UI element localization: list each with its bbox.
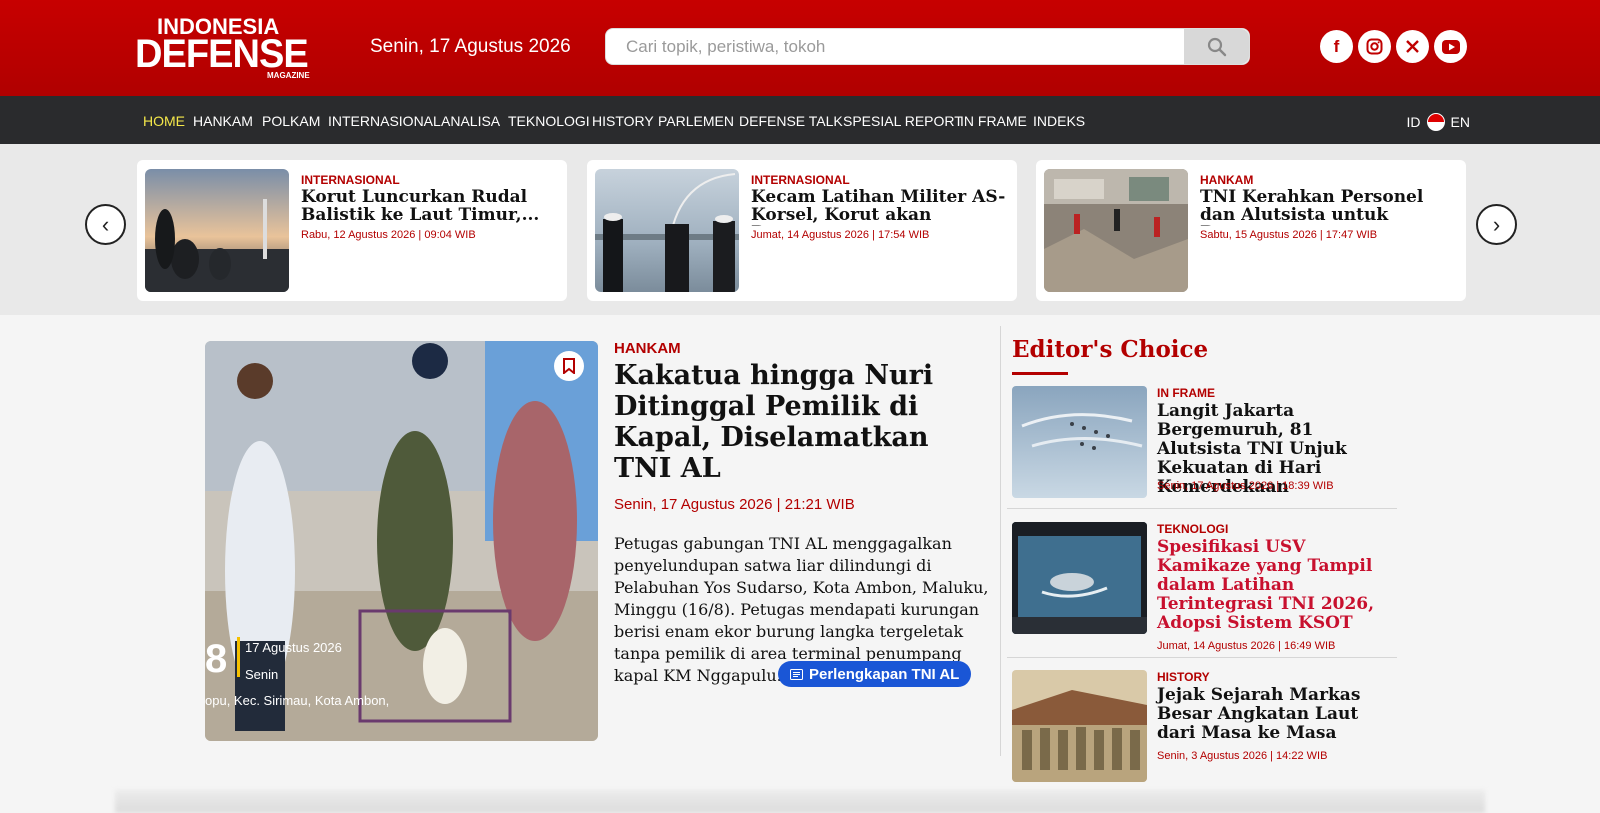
search-icon bbox=[1207, 37, 1226, 56]
x-icon[interactable] bbox=[1396, 30, 1429, 63]
item-date: Senin, 3 Agustus 2026 | 14:22 WIB bbox=[1157, 750, 1328, 762]
youtube-icon[interactable] bbox=[1434, 30, 1467, 63]
card-category: INTERNASIONAL bbox=[301, 173, 400, 187]
header-date: Senin, 17 Agustus 2026 bbox=[370, 36, 571, 57]
search-bar bbox=[605, 28, 1250, 65]
overlay-day: Senin bbox=[245, 667, 279, 682]
search-input[interactable] bbox=[606, 29, 1184, 64]
nav-item-internasional[interactable]: INTERNASIONAL bbox=[328, 113, 441, 129]
carousel-card[interactable]: INTERNASIONAL Korut Luncurkan Rudal Bali… bbox=[137, 160, 567, 301]
carousel-card[interactable]: HANKAM TNI Kerahkan Personel dan Alutsis… bbox=[1036, 160, 1466, 301]
overlay-location: opu, Kec. Sirimau, Kota Ambon, bbox=[205, 693, 390, 708]
item-title[interactable]: Spesifikasi USV Kamikaze yang Tampil dal… bbox=[1157, 538, 1397, 633]
hero-title[interactable]: Kakatua hingga Nuri Ditinggal Pemilik di… bbox=[614, 360, 992, 484]
footer-shadow bbox=[115, 790, 1485, 813]
card-thumbnail bbox=[595, 169, 739, 292]
lang-en[interactable]: EN bbox=[1451, 114, 1470, 130]
editors-choice-heading: Editor's Choice bbox=[1012, 336, 1209, 363]
nav-item-polkam[interactable]: POLKAM bbox=[262, 113, 320, 129]
chevron-right-icon: › bbox=[1492, 211, 1501, 237]
hero-image[interactable]: 8 17 Agustus 2026 Senin opu, Kec. Sirima… bbox=[205, 341, 598, 741]
carousel-prev-button[interactable]: ‹ bbox=[85, 204, 126, 245]
item-date: Jumat, 14 Agustus 2026 | 16:49 WIB bbox=[1157, 640, 1336, 652]
overlay-date: 17 Agustus 2026 bbox=[245, 640, 342, 655]
item-thumbnail bbox=[1012, 522, 1147, 634]
instagram-icon[interactable] bbox=[1358, 30, 1391, 63]
hero-date: Senin, 17 Agustus 2026 | 21:21 WIB bbox=[614, 496, 855, 513]
nav-item-analisa[interactable]: ANALISA bbox=[441, 113, 500, 129]
tag-label: Perlengkapan TNI AL bbox=[809, 665, 960, 683]
hero-category[interactable]: HANKAM bbox=[614, 340, 681, 357]
item-title[interactable]: Jejak Sejarah Markas Besar Angkatan Laut… bbox=[1157, 686, 1397, 743]
card-date: Rabu, 12 Agustus 2026 | 09:04 WIB bbox=[301, 229, 476, 241]
chevron-left-icon: ‹ bbox=[101, 211, 110, 237]
carousel-card[interactable]: INTERNASIONAL Kecam Latihan Militer AS-K… bbox=[587, 160, 1017, 301]
column-divider bbox=[1000, 326, 1001, 756]
card-title[interactable]: Kecam Latihan Militer AS-Korsel, Korut a… bbox=[751, 188, 1009, 226]
nav-item-parlemen[interactable]: PARLEMEN bbox=[658, 113, 734, 129]
item-separator bbox=[1007, 657, 1397, 658]
nav-item-spesial-report[interactable]: SPESIAL REPORT bbox=[843, 113, 963, 129]
flag-icon bbox=[1426, 113, 1445, 131]
nav-item-defense-talk[interactable]: DEFENSE TALK bbox=[739, 113, 843, 129]
card-title[interactable]: TNI Kerahkan Personel dan Alutsista untu… bbox=[1200, 188, 1458, 226]
bookmark-button[interactable] bbox=[554, 351, 584, 381]
article-icon bbox=[790, 668, 803, 680]
headline-carousel: ‹ INTERNASIONAL Korut Luncurkan Rudal Ba… bbox=[0, 144, 1600, 315]
nav-item-hankam[interactable]: HANKAM bbox=[193, 113, 253, 129]
heading-underline bbox=[1012, 372, 1068, 375]
item-category: IN FRAME bbox=[1157, 386, 1215, 400]
tag-pill[interactable]: Perlengkapan TNI AL bbox=[778, 661, 972, 687]
logo-line3: MAGAZINE bbox=[267, 71, 310, 80]
card-category: INTERNASIONAL bbox=[751, 173, 850, 187]
item-thumbnail bbox=[1012, 670, 1147, 782]
site-logo[interactable]: INDONESIA DEFENSE MAGAZINE bbox=[135, 14, 315, 82]
card-title[interactable]: Korut Luncurkan Rudal Balistik ke Laut T… bbox=[301, 188, 559, 226]
carousel-next-button[interactable]: › bbox=[1476, 204, 1517, 245]
overlay-number: 8 bbox=[205, 637, 228, 681]
bookmark-icon bbox=[563, 358, 575, 374]
main-nav: HOME HANKAM POLKAM INTERNASIONAL ANALISA… bbox=[0, 96, 1600, 144]
item-thumbnail bbox=[1012, 386, 1147, 498]
card-thumbnail bbox=[145, 169, 289, 292]
search-button[interactable] bbox=[1184, 29, 1249, 64]
site-header: INDONESIA DEFENSE MAGAZINE Senin, 17 Agu… bbox=[0, 0, 1600, 96]
item-category: TEKNOLOGI bbox=[1157, 522, 1229, 536]
nav-item-teknologi[interactable]: TEKNOLOGI bbox=[508, 113, 590, 129]
card-date: Sabtu, 15 Agustus 2026 | 17:47 WIB bbox=[1200, 229, 1378, 241]
nav-item-home[interactable]: HOME bbox=[143, 113, 185, 129]
card-thumbnail bbox=[1044, 169, 1188, 292]
nav-item-indeks[interactable]: INDEKS bbox=[1033, 113, 1085, 129]
card-date: Jumat, 14 Agustus 2026 | 17:54 WIB bbox=[751, 229, 930, 241]
item-separator bbox=[1007, 508, 1397, 509]
facebook-icon[interactable]: f bbox=[1320, 30, 1353, 63]
item-category: HISTORY bbox=[1157, 670, 1210, 684]
card-category: HANKAM bbox=[1200, 173, 1254, 187]
nav-item-history[interactable]: HISTORY bbox=[592, 113, 654, 129]
nav-item-in-frame[interactable]: IN FRAME bbox=[960, 113, 1027, 129]
item-date: Senin, 17 Agustus 2026 | 18:39 WIB bbox=[1157, 480, 1334, 492]
lang-id[interactable]: ID bbox=[1407, 114, 1421, 130]
overlay-divider bbox=[237, 637, 240, 677]
language-switcher[interactable]: ID EN bbox=[1407, 113, 1470, 131]
